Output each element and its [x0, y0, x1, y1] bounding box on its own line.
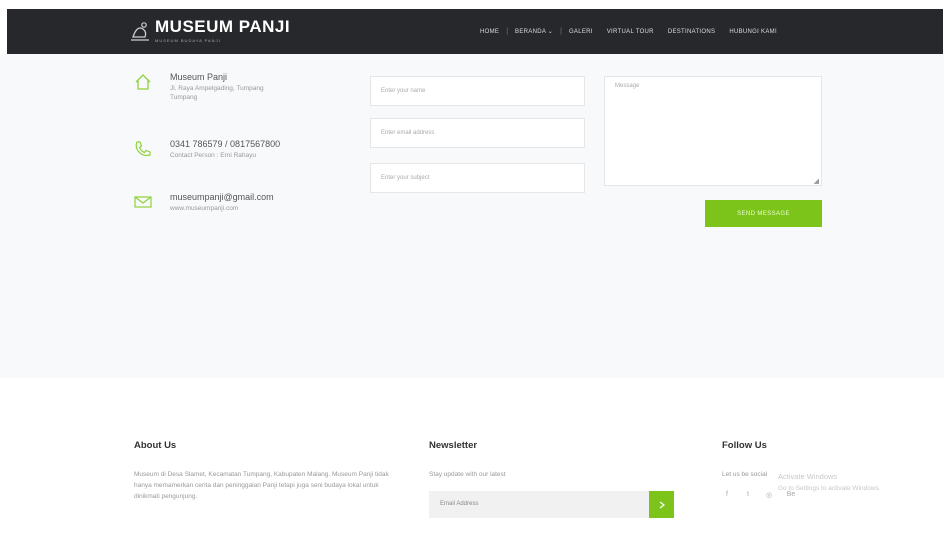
website-url: www.museumpanji.com	[170, 205, 239, 212]
about-us-heading: About Us	[134, 440, 177, 451]
phone-info: 0341 786579 / 0817567800 Contact Person …	[133, 139, 280, 160]
email-address: museumpanji@gmail.com	[170, 192, 274, 202]
main-menu: HOME | BERANDA ⌄ | GALERI VIRTUAL TOUR D…	[473, 9, 784, 54]
envelope-icon	[134, 196, 152, 208]
follow-us-heading: Follow Us	[722, 440, 767, 451]
phone-number: 0341 786579 / 0817567800	[170, 139, 281, 149]
message-placeholder: Message	[615, 83, 640, 89]
address-info: Museum Panji Jl. Raya Ampelgading, Tumpa…	[133, 72, 264, 102]
nav-virtual-tour[interactable]: VIRTUAL TOUR	[600, 29, 661, 35]
activate-windows-hint: Go to Settings to activate Windows.	[778, 485, 881, 492]
phone-icon	[135, 141, 151, 157]
address-title: Museum Panji	[170, 72, 228, 82]
message-textarea[interactable]: Message ◢	[604, 76, 822, 186]
home-icon	[135, 74, 151, 90]
behance-icon[interactable]: Be	[786, 491, 796, 501]
email-input[interactable]: Enter email address	[370, 118, 585, 148]
send-message-button[interactable]: SEND MESSAGE	[705, 200, 822, 227]
arrow-right-icon	[659, 501, 665, 508]
logo-title: MUSEUM PANJI	[155, 17, 291, 36]
facebook-icon[interactable]: f	[722, 491, 732, 501]
nav-destinations[interactable]: DESTINATIONS	[661, 29, 723, 35]
phone-contact-person: Contact Person : Erni Rahayu	[170, 152, 256, 159]
nav-galeri[interactable]: GALERI	[562, 29, 600, 35]
activate-windows-watermark: Activate Windows	[778, 472, 838, 481]
dribbble-icon[interactable]: ◎	[764, 491, 774, 501]
subject-input[interactable]: Enter your subject	[370, 163, 585, 193]
follow-us-text: Let us be social	[722, 471, 768, 478]
about-us-text: Museum di Desa Slamet, Kecamatan Tumpang…	[134, 471, 389, 500]
nav-beranda[interactable]: BERANDA ⌄	[508, 28, 560, 35]
nav-home[interactable]: HOME	[473, 29, 506, 35]
chevron-down-icon: ⌄	[547, 29, 554, 35]
address-line-2: Tumpang	[170, 94, 198, 101]
museum-logo-icon	[131, 22, 149, 41]
site-logo[interactable]: MUSEUM PANJI MUSEUM BUDAYA PANJI	[129, 17, 290, 43]
newsletter-text: Stay update with our latest	[429, 471, 506, 478]
nav-hubungi-kami[interactable]: HUBUNGI KAMI	[722, 29, 784, 35]
newsletter-submit-button[interactable]	[649, 491, 674, 518]
resize-handle-icon[interactable]: ◢	[814, 177, 819, 185]
newsletter-email-input[interactable]: Email Address	[429, 491, 649, 518]
nav-beranda-label: BERANDA	[515, 29, 546, 35]
address-line-1: Jl. Raya Ampelgading, Tumpang	[170, 85, 264, 92]
twitter-icon[interactable]: t	[743, 491, 753, 501]
newsletter-heading: Newsletter	[429, 440, 478, 451]
logo-subtitle: MUSEUM BUDAYA PANJI	[155, 38, 221, 43]
name-input[interactable]: Enter your name	[370, 76, 585, 106]
top-navigation-bar: MUSEUM PANJI MUSEUM BUDAYA PANJI HOME | …	[7, 9, 943, 54]
email-info: museumpanji@gmail.com www.museumpanji.co…	[133, 192, 274, 213]
